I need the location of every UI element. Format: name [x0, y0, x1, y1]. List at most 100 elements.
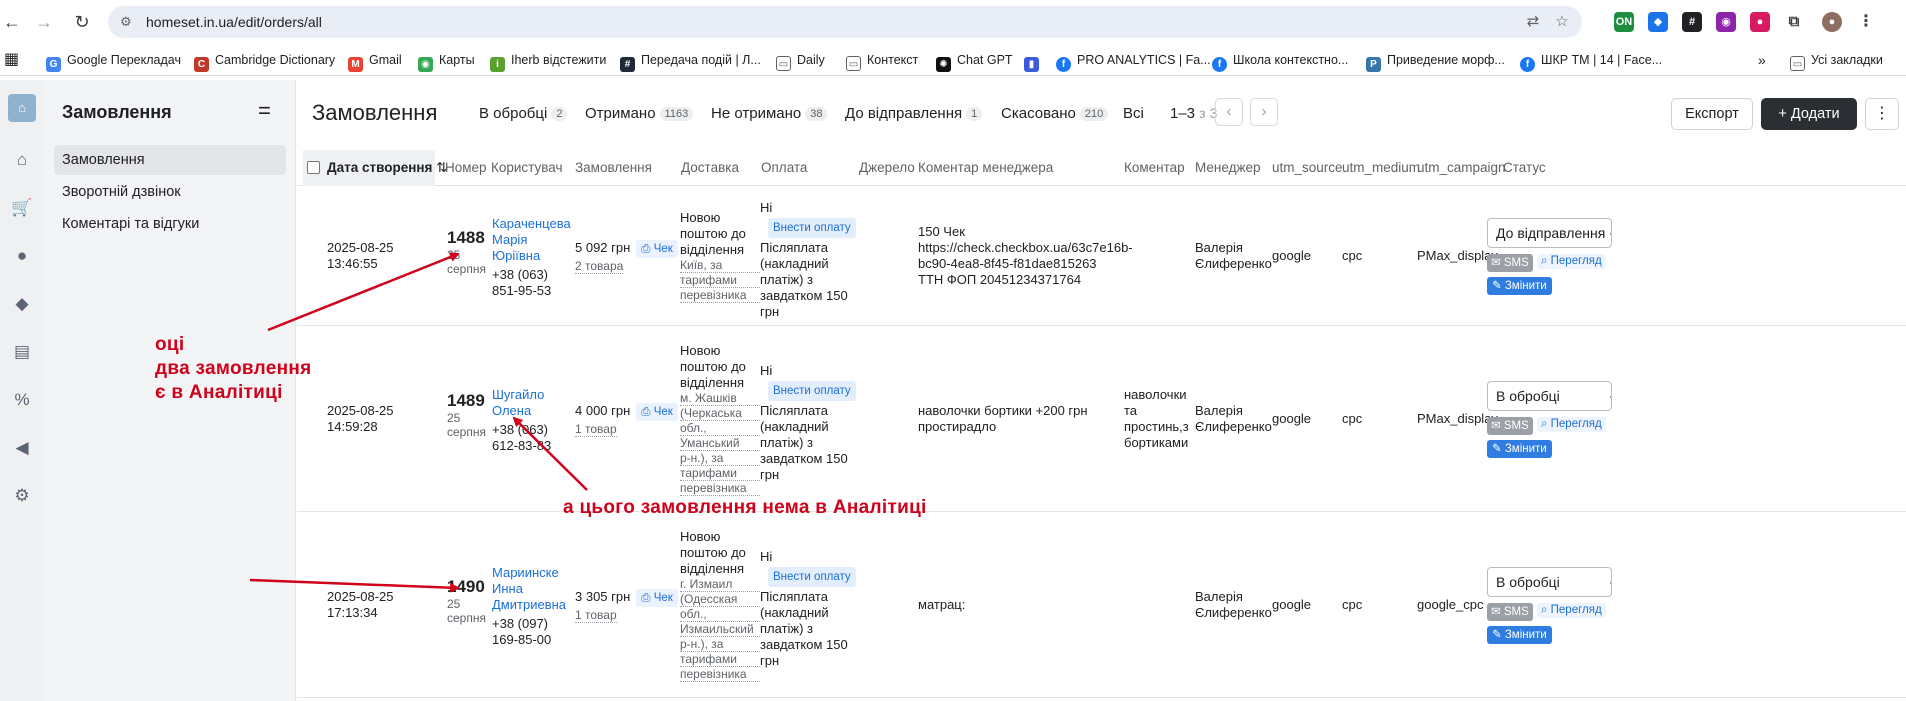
make-payment-button[interactable]: Внести оплату — [768, 567, 856, 587]
sms-button[interactable]: ✉ SMS — [1487, 603, 1533, 621]
settings-icon[interactable]: ⚙ — [8, 482, 36, 510]
extensions-puzzle-icon[interactable]: ⧉ — [1784, 12, 1804, 32]
prev-page-button[interactable]: ‹ — [1215, 98, 1243, 126]
sidebar-item-orders[interactable]: Замовлення — [54, 145, 286, 175]
column-order[interactable]: Замовлення — [575, 160, 652, 175]
apps-grid-icon[interactable]: ▦ — [4, 51, 19, 69]
column-payment[interactable]: Оплата — [761, 160, 807, 175]
receipt-button[interactable]: ⎙ Чек — [636, 589, 678, 607]
bookmark-morph[interactable]: P Приведение морф... — [1366, 51, 1505, 72]
column-utm-medium[interactable]: utm_medium — [1342, 160, 1420, 175]
tab-not-received[interactable]: Не отримано 38 — [711, 105, 828, 122]
more-options-button[interactable]: ⋮ — [1865, 98, 1899, 130]
view-button[interactable]: ⌕ Перегляд — [1537, 254, 1606, 269]
bookmark-shkr[interactable]: f ШКР ТМ | 14 | Face... — [1520, 51, 1662, 72]
customer-name-link[interactable]: Юріївна — [492, 248, 571, 264]
items-count[interactable]: 2 товара — [575, 259, 624, 274]
megaphone-icon[interactable]: ◀ — [8, 434, 36, 462]
bookmark-context[interactable]: ▭ Контекст — [846, 51, 918, 71]
site-info-icon[interactable]: ⚙ — [120, 13, 138, 31]
tab-all[interactable]: Всі — [1123, 105, 1144, 122]
extension-record-icon[interactable]: ● — [1750, 12, 1770, 32]
discount-icon[interactable]: % — [8, 386, 36, 414]
order-number-text[interactable]: 1490 — [447, 577, 486, 597]
column-comment[interactable]: Коментар — [1124, 160, 1185, 175]
order-number-text[interactable]: 1489 — [447, 391, 486, 411]
bookmark-star-icon[interactable]: ☆ — [1553, 13, 1571, 31]
address-bar[interactable]: ⚙ homeset.in.ua/edit/orders/all ⇄ ☆ — [108, 6, 1582, 38]
home-icon[interactable]: ⌂ — [8, 146, 36, 174]
bookmark-pro-analytics[interactable]: f PRO ANALYTICS | Fa... — [1056, 51, 1211, 72]
edit-button[interactable]: ✎ Змінити — [1487, 277, 1552, 295]
edit-button[interactable]: ✎ Змінити — [1487, 626, 1552, 644]
tab-to-send[interactable]: До відправлення 1 — [845, 105, 983, 122]
column-manager-comment[interactable]: Коментар менеджера — [918, 160, 1053, 175]
tab-processing[interactable]: В обробці 2 — [479, 105, 568, 122]
items-count[interactable]: 1 товар — [575, 422, 617, 437]
forward-icon[interactable]: → — [32, 10, 56, 34]
view-button[interactable]: ⌕ Перегляд — [1537, 603, 1606, 618]
status-select[interactable]: В обробці ⌄ — [1487, 381, 1612, 411]
column-user[interactable]: Користувач — [491, 160, 563, 175]
column-manager[interactable]: Менеджер — [1195, 160, 1261, 175]
browser-menu-icon[interactable]: ⋮ — [1856, 12, 1876, 32]
items-count[interactable]: 1 товар — [575, 608, 617, 623]
column-utm-campaign[interactable]: utm_campaign — [1417, 160, 1506, 175]
make-payment-button[interactable]: Внести оплату — [768, 218, 856, 238]
sms-button[interactable]: ✉ SMS — [1487, 417, 1533, 435]
tab-received[interactable]: Отримано 1163 — [585, 105, 694, 122]
cart-icon[interactable]: 🛒 — [8, 194, 36, 222]
bookmark-events[interactable]: # Передача подій | Л... — [620, 51, 761, 72]
status-select[interactable]: В обробці ⌄ — [1487, 567, 1612, 597]
extension-diamond-icon[interactable]: ◆ — [1648, 12, 1668, 32]
layout-icon[interactable]: ▤ — [8, 338, 36, 366]
extension-on-icon[interactable]: ON — [1614, 12, 1634, 32]
sidebar-item-reviews[interactable]: Коментарі та відгуки — [54, 209, 286, 239]
bookmark-cambridge[interactable]: C Cambridge Dictionary — [194, 51, 335, 72]
all-bookmarks[interactable]: ▭ Усі закладки — [1790, 51, 1883, 71]
bookmark-google-translate[interactable]: G Google Перекладач — [46, 51, 181, 72]
column-utm-source[interactable]: utm_source — [1272, 160, 1343, 175]
sms-button[interactable]: ✉ SMS — [1487, 254, 1533, 272]
bookmarks-overflow-icon[interactable]: » — [1758, 51, 1766, 69]
column-created-date[interactable]: Дата створення ⇅ — [303, 150, 448, 186]
bookmark-gmail[interactable]: M Gmail — [348, 51, 402, 72]
view-button[interactable]: ⌕ Перегляд — [1537, 417, 1606, 432]
extension-hash-icon[interactable]: # — [1682, 12, 1702, 32]
order-number[interactable]: 1489 25 серпня — [447, 391, 486, 439]
next-page-button[interactable]: › — [1250, 98, 1278, 126]
receipt-button[interactable]: ⎙ Чек — [636, 240, 678, 258]
status-select[interactable]: До відправлення⌄ — [1487, 218, 1612, 248]
select-all-checkbox[interactable] — [307, 161, 320, 174]
column-number[interactable]: Номер — [445, 160, 487, 175]
order-number-text[interactable]: 1488 — [447, 228, 486, 248]
profile-avatar[interactable]: ● — [1822, 12, 1842, 32]
customer-name-link[interactable]: Дмитриевна — [492, 597, 566, 613]
bookmark-maps[interactable]: ◉ Карты — [418, 51, 475, 72]
edit-button[interactable]: ✎ Змінити — [1487, 440, 1552, 458]
bookmark-school[interactable]: f Школа контекстно... — [1212, 51, 1348, 72]
bookmark-iherb[interactable]: i Iherb відстежити — [490, 51, 606, 72]
customer-name-link[interactable]: Олена — [492, 403, 551, 419]
sidebar-item-callback[interactable]: Зворотній дзвінок — [54, 177, 286, 207]
extension-color-icon[interactable]: ◉ — [1716, 12, 1736, 32]
column-delivery[interactable]: Доставка — [681, 160, 739, 175]
url-text[interactable]: homeset.in.ua/edit/orders/all — [146, 14, 322, 30]
reload-icon[interactable]: ↻ — [70, 10, 94, 34]
order-number[interactable]: 1488 25 серпня — [447, 228, 486, 276]
column-source[interactable]: Джерело — [859, 160, 915, 175]
order-number[interactable]: 1490 25 серпня — [447, 577, 486, 625]
tag-icon[interactable]: ◆ — [8, 290, 36, 318]
export-button[interactable]: Експорт — [1671, 98, 1753, 130]
logo-icon[interactable]: ⌂ — [8, 94, 36, 122]
bookmark-daily[interactable]: ▭ Daily — [776, 51, 825, 71]
add-button[interactable]: + Додати — [1761, 98, 1857, 130]
bookmark-chatgpt[interactable]: ✺ Chat GPT — [936, 51, 1013, 72]
tab-cancelled[interactable]: Скасовано 210 — [1001, 105, 1109, 122]
bookmark-chart[interactable]: ▮ — [1024, 51, 1045, 72]
receipt-button[interactable]: ⎙ Чек — [636, 403, 678, 421]
column-status[interactable]: Статус — [1503, 160, 1546, 175]
make-payment-button[interactable]: Внести оплату — [768, 381, 856, 401]
menu-toggle-icon[interactable]: = — [258, 98, 271, 124]
back-icon[interactable]: ← — [0, 10, 24, 34]
